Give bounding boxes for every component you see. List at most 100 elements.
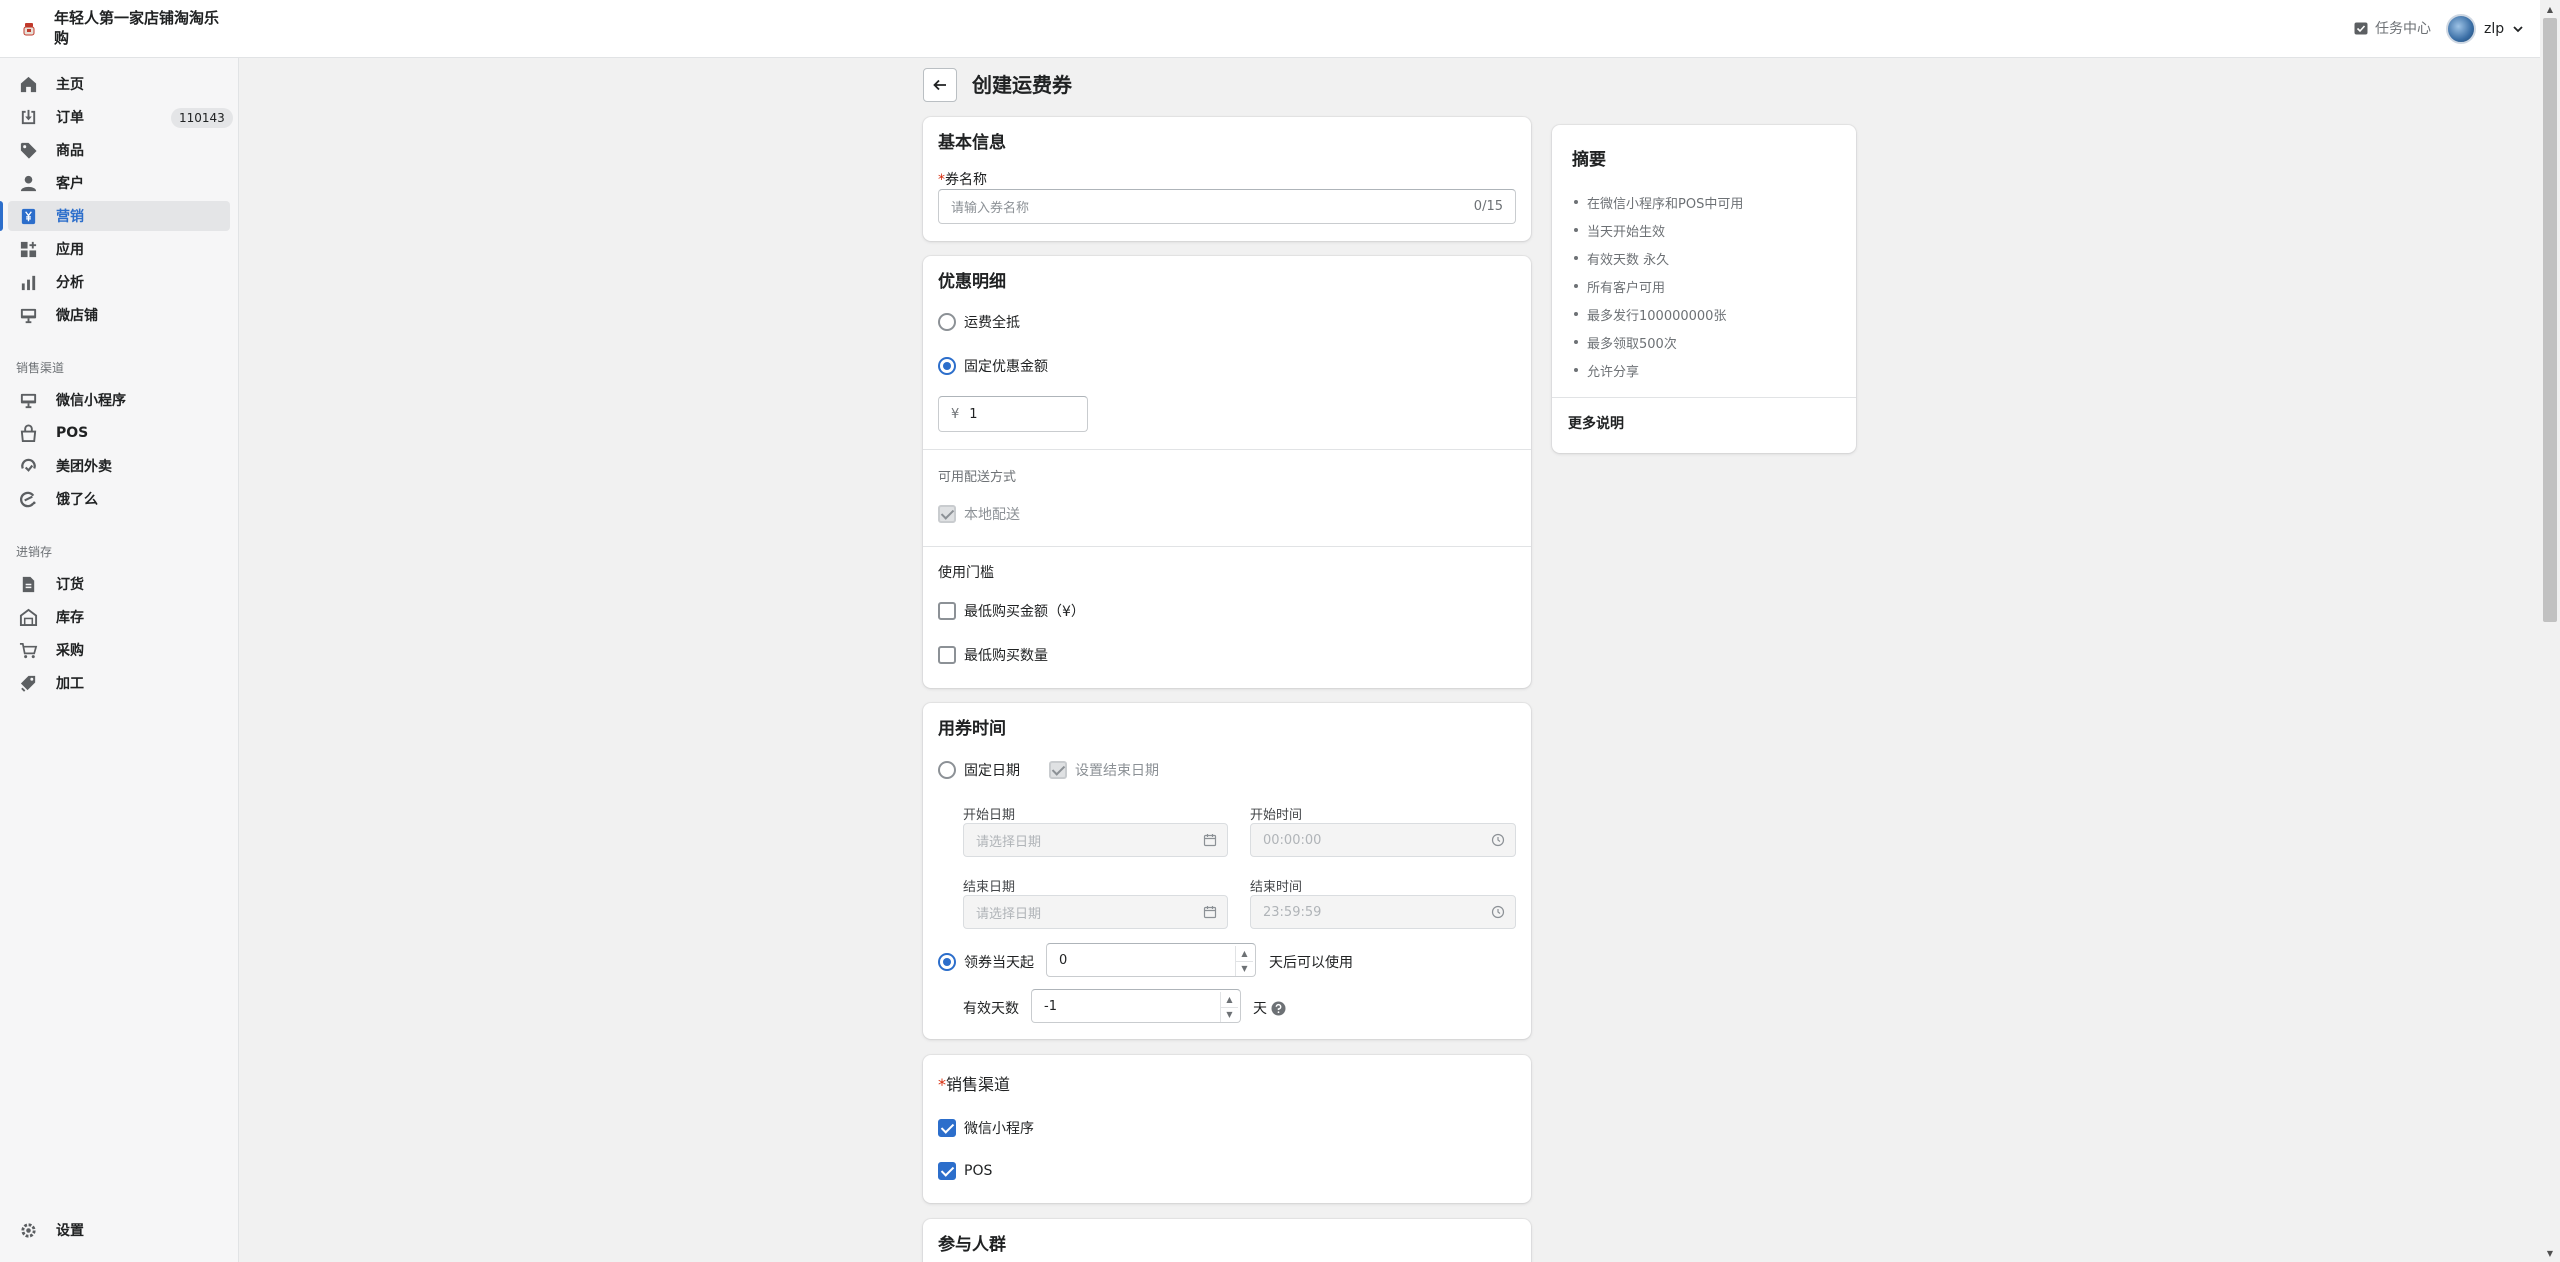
summary-item: 最多领取500次 <box>1574 333 1677 352</box>
calendar-icon <box>1203 906 1217 919</box>
sidebar-item-apps[interactable]: 应用 <box>0 234 239 264</box>
sidebar-item-mini-program[interactable]: 微信小程序 <box>0 385 239 415</box>
end-time-label: 结束时间 <box>1250 880 1303 895</box>
set-end-date-option: 设置结束日期 <box>1049 760 1159 780</box>
radio-button-selected[interactable] <box>938 357 956 375</box>
checkbox[interactable] <box>938 646 956 664</box>
page-title: 创建运费券 <box>972 73 1072 97</box>
stepper-up-icon[interactable]: ▲ <box>1220 992 1238 1008</box>
sidebar-item-label: 采购 <box>56 643 84 659</box>
full-shipping-label: 运费全抵 <box>964 315 1020 331</box>
store-name[interactable]: 年轻人第一家店铺淘淘乐购 <box>54 8 224 48</box>
sidebar-item-customers[interactable]: 客户 <box>0 168 239 198</box>
checkbox-checked[interactable] <box>938 1119 956 1137</box>
sidebar-item-label: 微信小程序 <box>56 393 126 409</box>
from-receive-option[interactable]: 领券当天起 <box>938 952 1034 972</box>
channel-pos-option[interactable]: POS <box>938 1162 992 1180</box>
sidebar-item-warehouse[interactable]: 库存 <box>0 602 239 632</box>
summary-item: 有效天数 永久 <box>1573 249 1669 268</box>
stepper-up-icon[interactable]: ▲ <box>1235 946 1253 962</box>
task-check-icon <box>2354 22 2368 35</box>
sidebar-item-label: 设置 <box>56 1223 84 1239</box>
scrollbar-thumb[interactable] <box>2543 18 2557 622</box>
end-date-input[interactable]: 请选择日期 <box>963 895 1228 929</box>
min-amount-option[interactable]: 最低购买金额（¥） <box>938 601 1085 621</box>
min-quantity-option[interactable]: 最低购买数量 <box>938 645 1048 665</box>
sidebar-item-meituan[interactable]: 美团外卖 <box>0 451 239 481</box>
radio-button[interactable] <box>938 761 956 779</box>
more-info-link[interactable]: 更多说明 <box>1568 413 1624 433</box>
coupon-name-input[interactable]: 请输入券名称 0/15 <box>938 189 1516 224</box>
valid-days-suffix-text: 天 <box>1253 1001 1267 1017</box>
radio-button-selected[interactable] <box>938 953 956 971</box>
task-center-button[interactable]: 任务中心 <box>2353 18 2431 38</box>
checkbox[interactable] <box>938 602 956 620</box>
sidebar-item-analytics[interactable]: 分析 <box>0 267 239 297</box>
sidebar-item-label: 营销 <box>56 209 84 225</box>
sales-channel-card: *销售渠道 微信小程序 POS <box>923 1055 1531 1203</box>
user-menu[interactable]: zlp <box>2446 14 2524 44</box>
radio-button[interactable] <box>938 313 956 331</box>
valid-days-stepper[interactable]: ▲ ▼ <box>1220 992 1238 1022</box>
valid-days-label: 有效天数 <box>963 1001 1019 1017</box>
sidebar-item-home[interactable]: 主页 <box>0 69 239 99</box>
start-date-placeholder: 请选择日期 <box>976 834 1042 850</box>
coupon-name-label: *券名称 <box>938 169 987 189</box>
scroll-up-icon[interactable]: ▲ <box>2544 4 2556 14</box>
coupon-name-char-count: 0/15 <box>1473 199 1503 214</box>
end-time-input[interactable]: 23:59:59 <box>1250 895 1516 929</box>
days-after-stepper[interactable]: ▲ ▼ <box>1235 946 1253 976</box>
days-after-value: 0 <box>1059 952 1068 968</box>
days-after-input[interactable]: 0 ▲ ▼ <box>1046 943 1256 977</box>
fixed-amount-option[interactable]: 固定优惠金额 <box>938 356 1048 376</box>
sidebar-item-eleme[interactable]: 饿了么 <box>0 484 239 514</box>
min-amount-label: 最低购买金额（¥） <box>964 604 1085 620</box>
top-bar: 年轻人第一家店铺淘淘乐购 任务中心 zlp <box>0 0 2560 58</box>
sidebar-item-marketing[interactable]: 营销 <box>0 201 239 231</box>
fixed-amount-input[interactable]: ¥ 1 <box>938 396 1088 432</box>
start-date-input[interactable]: 请选择日期 <box>963 823 1228 857</box>
sidebar-item-order-goods[interactable]: 订货 <box>0 569 239 599</box>
stepper-down-icon[interactable]: ▼ <box>1220 1007 1238 1022</box>
fixed-date-option[interactable]: 固定日期 <box>938 760 1020 780</box>
full-shipping-option[interactable]: 运费全抵 <box>938 312 1020 332</box>
summary-card: 摘要 在微信小程序和POS中可用 当天开始生效 有效天数 永久 所有客户可用 最… <box>1552 125 1856 453</box>
sidebar-item-label: 微店铺 <box>56 308 98 324</box>
sidebar-item-label: 饿了么 <box>56 492 98 508</box>
sales-channel-section-title: 销售渠道 <box>16 361 65 375</box>
fixed-amount-value: 1 <box>969 406 978 422</box>
sidebar-item-pos[interactable]: POS <box>0 418 239 448</box>
help-icon[interactable] <box>1271 1001 1286 1016</box>
summary-item: 在微信小程序和POS中可用 <box>1573 193 1743 212</box>
analytics-icon <box>21 275 36 291</box>
eleme-icon <box>20 491 36 508</box>
valid-days-input[interactable]: -1 ▲ ▼ <box>1031 989 1241 1023</box>
stepper-down-icon[interactable]: ▼ <box>1235 961 1253 976</box>
sidebar-item-processing[interactable]: 加工 <box>0 668 239 698</box>
summary-item: 允许分享 <box>1573 361 1639 380</box>
local-delivery-label: 本地配送 <box>964 507 1020 523</box>
start-time-input[interactable]: 00:00:00 <box>1250 823 1516 857</box>
divider <box>923 546 1531 547</box>
local-delivery-option: 本地配送 <box>938 504 1020 524</box>
end-date-placeholder: 请选择日期 <box>976 906 1042 922</box>
pos-icon <box>20 424 37 443</box>
checkbox-checked[interactable] <box>938 1162 956 1180</box>
sidebar-item-purchase[interactable]: 采购 <box>0 635 239 665</box>
sidebar-item-label: 应用 <box>56 242 84 258</box>
required-mark: * <box>938 172 945 188</box>
days-after-suffix: 天后可以使用 <box>1269 955 1353 971</box>
sidebar-item-settings[interactable]: 设置 <box>0 1215 239 1245</box>
start-time-label: 开始时间 <box>1250 808 1303 823</box>
back-button[interactable] <box>923 68 957 102</box>
channel-mini-program-option[interactable]: 微信小程序 <box>938 1118 1034 1138</box>
sidebar-item-label: 订单 <box>56 110 84 126</box>
sidebar-item-microstore[interactable]: 微店铺 <box>0 300 239 330</box>
audience-title: 参与人群 <box>938 1235 1006 1255</box>
sidebar-item-orders[interactable]: 订单 110143 <box>0 102 239 132</box>
warehouse-icon <box>19 608 38 627</box>
scroll-down-icon[interactable]: ▼ <box>2544 1248 2556 1258</box>
sidebar-item-label: POS <box>56 425 89 441</box>
sidebar-item-products[interactable]: 商品 <box>0 135 239 165</box>
sidebar: 主页 订单 110143 商品 客户 营销 应用 分析 微店铺 销售渠道 微信小… <box>0 58 239 1262</box>
